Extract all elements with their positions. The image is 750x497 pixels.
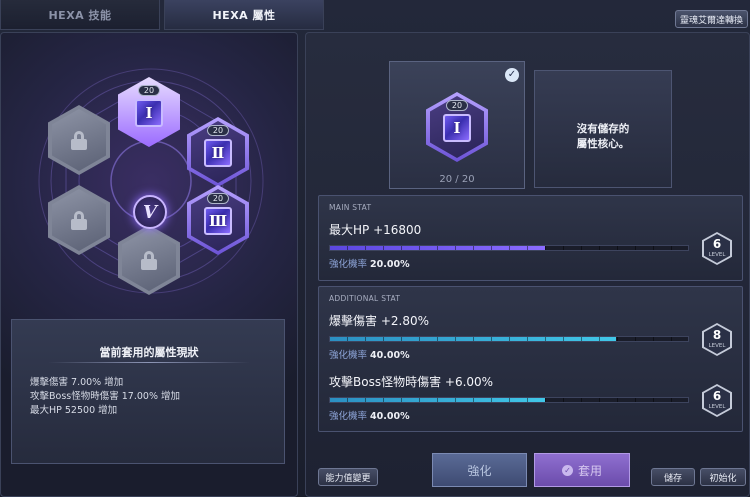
stat-level-badge: 6 LEVEL	[702, 232, 732, 265]
status-line: 最大HP 52500 增加	[30, 405, 118, 416]
additional-stat-box: ADDITIONAL STAT 爆擊傷害 +2.80% 強化機率 40.00% …	[318, 286, 743, 432]
lock-icon	[71, 131, 87, 150]
apply-button[interactable]: ✓ 套用	[534, 453, 630, 487]
lock-icon	[71, 211, 87, 230]
apply-label: 套用	[577, 463, 602, 478]
hexa-stat-core-icon: Ⅰ	[135, 99, 163, 127]
selected-core-hex: 20 Ⅰ	[426, 92, 488, 162]
initialize-button[interactable]: 初始化	[700, 468, 746, 486]
core-level-badge: 20	[207, 193, 229, 204]
hexa-core-slot-1[interactable]: 20 Ⅰ	[118, 77, 180, 147]
check-icon: ✓	[561, 464, 573, 476]
main-stat-box: MAIN STAT 最大HP +16800 強化機率 20.00% 6 LEVE…	[318, 195, 743, 281]
lock-icon	[141, 251, 157, 270]
hexa-core-slot-6-locked[interactable]	[48, 105, 110, 175]
status-title: 當前套用的屬性現狀	[99, 346, 199, 359]
tab-hexa-stat[interactable]: HEXA 屬性	[164, 0, 324, 30]
enhance-probability: 強化機率 20.00%	[329, 259, 410, 270]
tab-hexa-skill[interactable]: HEXA 技能	[0, 0, 160, 30]
check-icon: ✓	[505, 68, 519, 82]
divider	[48, 362, 250, 363]
additional-stat-progress-bar	[329, 397, 689, 403]
core-level-badge: 20	[446, 100, 468, 111]
main-stat-progress-bar	[329, 245, 689, 251]
hexa-stat-core-icon: Ⅰ	[443, 114, 471, 142]
status-line: 攻擊Boss怪物時傷害 17.00% 增加	[30, 391, 180, 402]
core-level-badge: 20	[138, 85, 160, 96]
stat-level-badge: 8 LEVEL	[702, 323, 732, 356]
enhance-button[interactable]: 強化	[432, 453, 527, 487]
save-button[interactable]: 儲存	[651, 468, 695, 486]
main-stat-label: MAIN STAT	[329, 203, 372, 212]
hexa-core-slot-3[interactable]: 20 Ⅲ	[187, 185, 249, 255]
hexa-stat-core-icon: Ⅱ	[204, 139, 232, 167]
status-line: 爆擊傷害 7.00% 增加	[30, 377, 124, 388]
hexa-stat-core-icon: Ⅲ	[204, 207, 232, 235]
additional-stat-label: ADDITIONAL STAT	[329, 294, 401, 303]
additional-stat-progress-bar	[329, 336, 689, 342]
sol-erda-convert-button[interactable]: 靈魂艾爾達轉換	[675, 10, 748, 28]
enhance-probability: 強化機率 40.00%	[329, 411, 410, 422]
hexa-stat-window: HEXA 技能 HEXA 屬性 靈魂艾爾達轉換 20 Ⅰ 20 Ⅱ 20 Ⅲ V…	[0, 0, 750, 497]
additional-stat-name: 爆擊傷害 +2.80%	[329, 314, 429, 328]
current-stat-status-box: 當前套用的屬性現狀 爆擊傷害 7.00% 增加 攻擊Boss怪物時傷害 17.0…	[11, 319, 285, 464]
no-stored-core-text: 沒有儲存的 屬性核心。	[576, 123, 630, 150]
core-count: 20 / 20	[439, 174, 475, 185]
main-stat-name: 最大HP +16800	[329, 223, 422, 237]
additional-stat-name: 攻擊Boss怪物時傷害 +6.00%	[329, 375, 494, 389]
stat-change-button[interactable]: 能力值變更	[318, 468, 378, 486]
stat-level-badge: 6 LEVEL	[702, 384, 732, 417]
core-level-badge: 20	[207, 125, 229, 136]
enhance-probability: 強化機率 40.00%	[329, 350, 410, 361]
hexa-core-slot-2[interactable]: 20 Ⅱ	[187, 117, 249, 187]
hexa-core-slot-5-locked[interactable]	[48, 185, 110, 255]
v-emblem-icon: V	[133, 195, 167, 229]
hexa-core-slot-4-locked[interactable]	[118, 225, 180, 295]
